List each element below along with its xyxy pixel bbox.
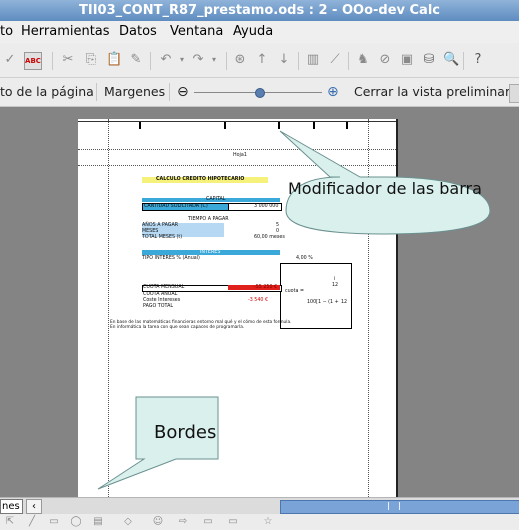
column-handle[interactable]	[278, 121, 280, 129]
ellipse-icon[interactable]: ◯	[68, 514, 84, 530]
select-icon[interactable]: ⇱	[2, 514, 18, 530]
column-handle[interactable]	[224, 121, 226, 129]
page-top-line	[78, 121, 396, 122]
formula-exponent: 12	[341, 300, 348, 305]
text-icon[interactable]: ▤	[90, 514, 106, 530]
toolbar-separator	[52, 52, 53, 70]
block-arrows-icon[interactable]: ⇨	[175, 514, 191, 530]
window-title: TII03_CONT_R87_prestamo.ods : 2 - OOo-de…	[79, 3, 440, 18]
line-icon[interactable]: ╱	[24, 514, 40, 530]
total-months-label: TOTAL MESES (t)	[142, 235, 183, 240]
format-paintbrush-icon[interactable]: ✎	[128, 52, 144, 68]
autospell-icon[interactable]: ✓	[2, 52, 18, 68]
capital-header: CAPITAL	[206, 197, 226, 202]
symbol-shapes-icon[interactable]: ☺	[150, 514, 166, 530]
callouts-icon[interactable]: ▭	[225, 514, 241, 530]
redo-icon[interactable]: ↷	[190, 52, 206, 68]
interest-cost-value: -3 540 €	[248, 298, 269, 303]
zoom-out-icon[interactable]: ⊖	[177, 78, 189, 106]
paste-icon[interactable]: 📋	[106, 52, 122, 68]
rectangle-icon[interactable]: ▭	[46, 514, 62, 530]
callout-bottom-text: Bordes	[154, 422, 217, 443]
scrollbar-grip-icon	[388, 502, 400, 510]
total-payment-label: PAGO TOTAL	[143, 304, 174, 309]
toolbar-separator	[463, 52, 464, 70]
total-months-value: 60,00 meses	[254, 235, 285, 240]
toolbar-separator	[226, 52, 227, 70]
zoom-in-icon[interactable]: ⊕	[327, 78, 339, 106]
chart-icon[interactable]: ▥	[305, 52, 321, 68]
toolbar-separator	[96, 83, 97, 101]
toolbar-overflow-button[interactable]	[509, 84, 519, 103]
undo-icon[interactable]: ↶	[158, 52, 174, 68]
months-label: MESES	[142, 229, 159, 234]
hyperlink-icon[interactable]: ⊛	[232, 52, 248, 68]
flowchart-icon[interactable]: ▭	[200, 514, 216, 530]
zoom-icon[interactable]: 🔍	[443, 52, 459, 68]
toolbar-separator	[348, 52, 349, 70]
column-handle[interactable]	[139, 121, 141, 129]
menu-bar: to Herramientas Datos Ventana Ayuda	[0, 21, 519, 43]
interest-value: 4,00 %	[296, 256, 313, 261]
interest-cost-label: Coste Intereses	[143, 298, 181, 303]
sheet-title: CALCULO CREDITO HIPOTECARIO	[156, 177, 245, 182]
callout-balloon-bottom	[97, 396, 219, 490]
gallery-icon[interactable]: ▣	[399, 52, 415, 68]
redo-dropdown-icon[interactable]: ▾	[206, 52, 222, 68]
sort-ascending-icon[interactable]: ↑	[254, 52, 270, 68]
scroll-left-button[interactable]: ‹	[26, 499, 42, 514]
zoom-slider-thumb[interactable]	[255, 88, 265, 98]
years-label: AÑOS A PAGAR	[142, 223, 179, 228]
data-sources-icon[interactable]: ⛁	[421, 52, 437, 68]
formula-denominator: 12	[332, 283, 339, 288]
note-line-2: En informática la tarea con que sean cap…	[110, 325, 245, 330]
column-handle[interactable]	[346, 121, 348, 129]
interest-label: TIPO INTERES % (Anual)	[142, 256, 200, 261]
toolbar-separator	[169, 83, 170, 101]
help-icon[interactable]: ?	[470, 52, 486, 68]
formula-numerator: i	[334, 277, 336, 282]
page-preview-area: Hoja1 CALCULO CREDITO HIPOTECARIO CAPITA…	[0, 107, 519, 497]
annual-quota-label: CUOTA ANUAL	[143, 292, 178, 297]
cut-icon[interactable]: ✂	[60, 52, 76, 68]
toolbar-separator	[298, 52, 299, 70]
menu-item-ventana[interactable]: Ventana	[170, 21, 223, 43]
quota-label: CUOTA MENSUAL	[143, 285, 185, 290]
callout-top-text: Modificador de las barra	[288, 179, 482, 198]
menu-item-ayuda[interactable]: Ayuda	[233, 21, 273, 43]
sheet-tab-bar: nes ‹	[0, 497, 519, 514]
formula-bottom: 100[1 − (1 +	[307, 300, 339, 305]
copy-icon[interactable]: ⎘	[83, 52, 99, 68]
stars-icon[interactable]: ☆	[260, 514, 276, 530]
find-replace-icon[interactable]: ♞	[355, 52, 371, 68]
sheet-tab-current[interactable]: nes	[0, 499, 23, 514]
close-preview-button[interactable]: Cerrar la vista preliminar	[354, 78, 510, 106]
spellcheck-icon[interactable]: ABC	[24, 52, 42, 70]
sort-descending-icon[interactable]: ↓	[276, 52, 292, 68]
menu-item-format[interactable]: to	[0, 21, 13, 43]
page-preview-toolbar: to de la página Margenes ⊖ ⊕ Cerrar la v…	[0, 78, 519, 107]
window-title-bar: TII03_CONT_R87_prestamo.ods : 2 - OOo-de…	[0, 0, 519, 21]
toolbar-separator	[150, 52, 151, 70]
capital-label: CANTIDAD SOLICITADA (C)	[144, 204, 208, 209]
quota-value: -55 250 €	[254, 285, 278, 290]
navigator-icon[interactable]: ⊘	[377, 52, 393, 68]
menu-item-datos[interactable]: Datos	[119, 21, 157, 43]
drawing-toolbar: ⇱ ╱ ▭ ◯ ▤ ◇ ☺ ⇨ ▭ ▭ ☆	[0, 514, 519, 529]
column-handle[interactable]	[313, 121, 315, 129]
standard-toolbar: ✓ ABC ✂ ⎘ 📋 ✎ ↶ ▾ ↷ ▾ ⊛ ↑ ↓ ▥ ⟋ ♞ ⊘ ▣ ⛁ …	[0, 43, 519, 78]
shapes-icon[interactable]: ◇	[120, 514, 136, 530]
formula-lhs: cuota =	[285, 289, 304, 294]
interest-header: INTERES	[200, 250, 221, 255]
page-format-button[interactable]: to de la página	[0, 78, 94, 106]
margins-button[interactable]: Margenes	[104, 78, 165, 106]
undo-dropdown-icon[interactable]: ▾	[174, 52, 190, 68]
time-header: TIEMPO A PAGAR	[188, 217, 229, 222]
draw-functions-icon[interactable]: ⟋	[327, 52, 343, 68]
menu-item-herramientas[interactable]: Herramientas	[21, 21, 110, 43]
